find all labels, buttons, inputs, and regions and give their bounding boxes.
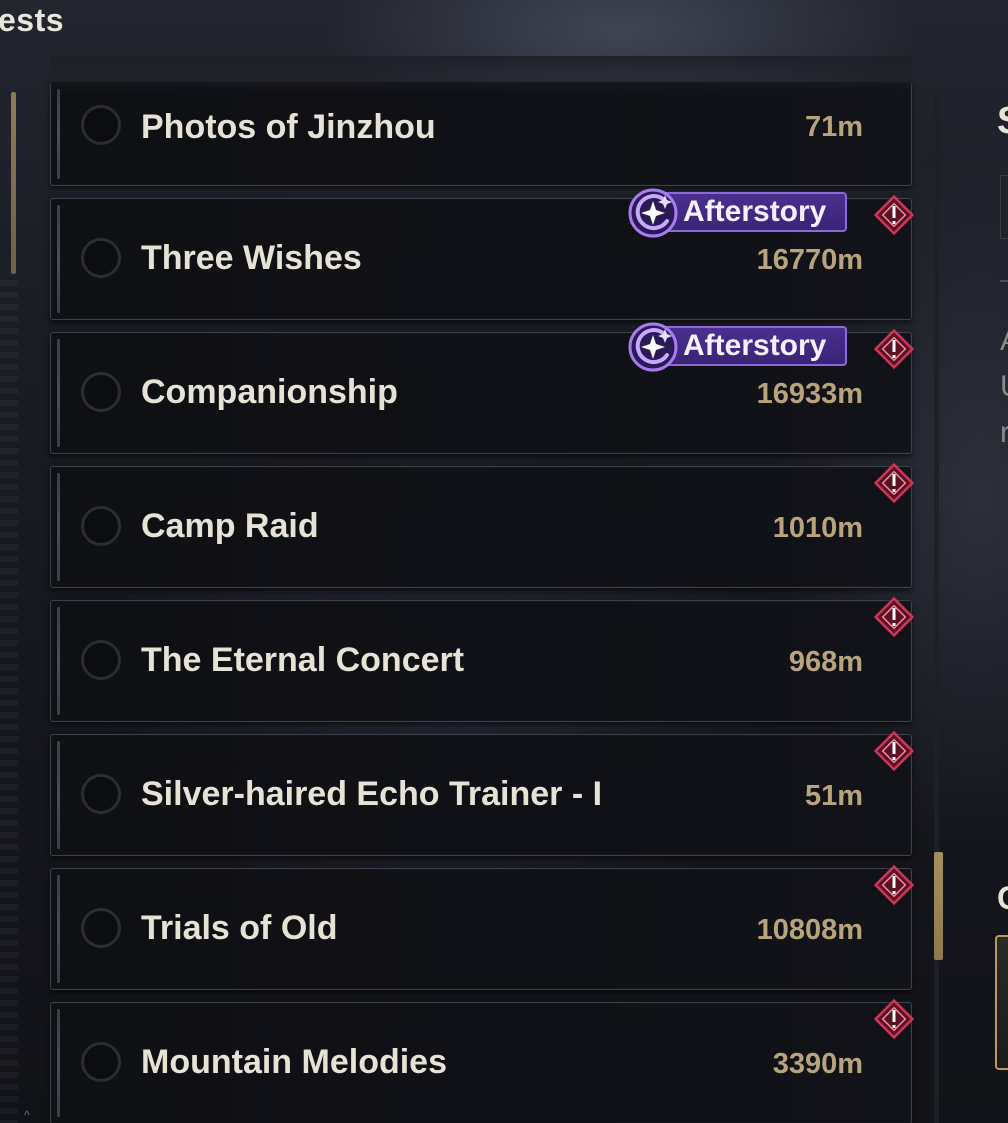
track-toggle[interactable] — [81, 238, 121, 278]
track-toggle[interactable] — [81, 640, 121, 680]
track-toggle[interactable] — [81, 1042, 121, 1082]
quest-row-trials-of-old[interactable]: Trials of Old 10808m — [50, 864, 915, 990]
track-toggle[interactable] — [81, 774, 121, 814]
exclamation-diamond-icon — [873, 998, 915, 1040]
quest-distance: 3390m — [772, 1048, 863, 1080]
quest-name: Silver-haired Echo Trainer - I — [141, 775, 603, 813]
detail-section-heading: C — [997, 880, 1008, 917]
quest-distance: 1010m — [772, 512, 863, 544]
afterstory-badge: Afterstory — [627, 187, 849, 239]
quest-distance: 71m — [804, 111, 863, 143]
detail-divider — [934, 92, 939, 1123]
track-toggle[interactable] — [81, 105, 121, 145]
afterstory-swirl-icon — [628, 188, 678, 238]
quest-screen: ests Photos of Jinzhou 71m Three Wishes … — [0, 0, 1008, 1123]
track-toggle[interactable] — [81, 908, 121, 948]
quest-row-silver-haired-echo-trainer[interactable]: Silver-haired Echo Trainer - I 51m — [50, 730, 915, 856]
quest-name: Camp Raid — [141, 507, 319, 545]
quest-row-three-wishes[interactable]: Three Wishes 16770m Afterstory — [50, 188, 915, 320]
exclamation-diamond-icon — [873, 462, 915, 504]
quest-row-camp-raid[interactable]: Camp Raid 1010m — [50, 462, 915, 588]
exclamation-diamond-icon — [873, 194, 915, 236]
detail-scrollbar[interactable] — [934, 852, 943, 960]
panel-title: ests — [0, 2, 65, 38]
quest-row-the-eternal-concert[interactable]: The Eternal Concert 968m — [50, 596, 915, 722]
detail-text-line: U — [1000, 364, 1008, 410]
detail-text-line: A — [1000, 318, 1008, 364]
quest-row-mountain-melodies[interactable]: Mountain Melodies 3390m — [50, 998, 915, 1123]
quest-name: Mountain Melodies — [141, 1043, 447, 1081]
exclamation-diamond-icon — [873, 596, 915, 638]
detail-text-line: r — [1000, 416, 1008, 449]
afterstory-label: Afterstory — [683, 195, 827, 228]
quest-distance: 51m — [804, 780, 863, 812]
detail-description: A U r — [1000, 318, 1008, 456]
afterstory-badge: Afterstory — [627, 321, 849, 373]
quest-list-scrollbar[interactable] — [11, 92, 16, 274]
exclamation-diamond-icon — [873, 730, 915, 772]
quest-name: Photos of Jinzhou — [141, 108, 436, 146]
quest-row-companionship[interactable]: Companionship 16933m Afterstory — [50, 322, 915, 454]
reward-card[interactable] — [995, 935, 1008, 1070]
detail-separator — [1000, 280, 1008, 282]
exclamation-diamond-icon — [873, 864, 915, 906]
detail-dropdown[interactable] — [1000, 175, 1008, 239]
quest-distance: 10808m — [756, 914, 863, 946]
quest-name: The Eternal Concert — [141, 641, 465, 679]
afterstory-label: Afterstory — [683, 329, 827, 362]
chevron-up-icon: ^ — [24, 1108, 30, 1122]
quest-name: Companionship — [141, 373, 398, 411]
afterstory-swirl-icon — [628, 322, 678, 372]
exclamation-diamond-icon — [873, 328, 915, 370]
quest-row-photos-of-jinzhou[interactable]: Photos of Jinzhou 71m — [50, 82, 912, 186]
quest-distance: 16770m — [756, 244, 863, 276]
track-toggle[interactable] — [81, 372, 121, 412]
quest-list: Photos of Jinzhou 71m Three Wishes 16770… — [50, 82, 915, 1123]
quest-distance: 968m — [788, 646, 863, 678]
left-decorative-strip — [0, 280, 18, 1123]
quest-name: Trials of Old — [141, 909, 338, 947]
quest-name: Three Wishes — [141, 239, 362, 277]
quest-distance: 16933m — [756, 378, 863, 410]
track-toggle[interactable] — [81, 506, 121, 546]
detail-heading: S — [997, 100, 1008, 143]
